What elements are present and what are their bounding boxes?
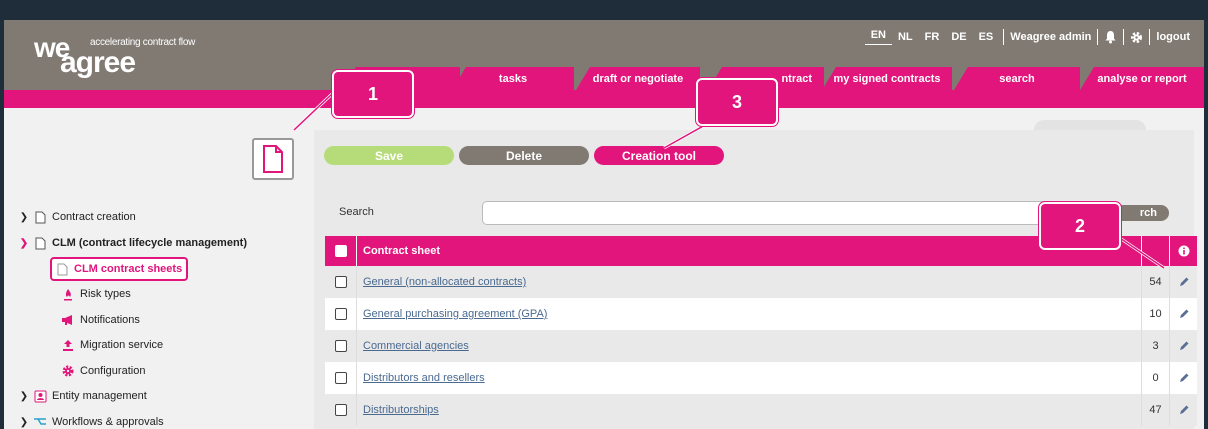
callout-2: 2 xyxy=(1039,202,1121,250)
callout-pointers xyxy=(292,92,1165,270)
callout-1: 1 xyxy=(332,70,414,118)
app-window: we accelerating contract flow agree EN N… xyxy=(4,20,1204,429)
callout-3: 3 xyxy=(696,78,778,126)
